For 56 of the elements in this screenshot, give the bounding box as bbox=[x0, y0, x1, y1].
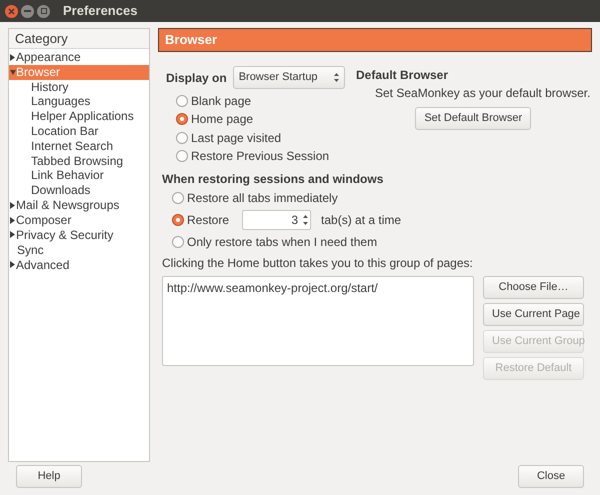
spinner-suffix: tab(s) at a time bbox=[321, 212, 402, 229]
window-title: Preferences bbox=[63, 2, 138, 20]
radio-button[interactable] bbox=[172, 236, 184, 248]
collapsed-triangle-icon[interactable] bbox=[10, 231, 16, 238]
collapsed-triangle-icon[interactable] bbox=[10, 261, 16, 268]
tree-item[interactable]: Downloads bbox=[9, 183, 149, 198]
radio-label: Restore bbox=[187, 212, 230, 229]
column-header: Category bbox=[9, 29, 149, 49]
radio-label: Blank page bbox=[191, 93, 252, 110]
tree-item[interactable]: Appearance bbox=[9, 50, 149, 65]
tree-item[interactable]: Composer bbox=[9, 212, 149, 228]
tree-item[interactable]: Sync bbox=[9, 242, 149, 258]
tab-count-spinner[interactable]: 3 bbox=[242, 210, 312, 230]
maximize-icon[interactable] bbox=[37, 4, 50, 18]
radio-button[interactable] bbox=[176, 132, 188, 144]
radio-button[interactable] bbox=[176, 113, 188, 126]
dialog-button[interactable]: Close bbox=[518, 465, 584, 488]
radio-button[interactable] bbox=[176, 95, 188, 108]
tree-item[interactable]: Link Behavior bbox=[9, 168, 149, 184]
spin-arrows-icon bbox=[334, 73, 339, 82]
tree-item[interactable]: Advanced bbox=[9, 257, 149, 272]
collapsed-triangle-icon[interactable] bbox=[10, 202, 16, 209]
home-pages-field[interactable]: http://www.seamonkey-project.org/start/ bbox=[162, 276, 474, 366]
close-icon[interactable] bbox=[5, 4, 18, 18]
radio-label: Last page visited bbox=[191, 130, 282, 147]
radio-label: Restore Previous Session bbox=[191, 148, 330, 166]
tree-item[interactable]: Languages bbox=[9, 94, 149, 110]
radio-button[interactable] bbox=[172, 192, 184, 204]
collapsed-triangle-icon[interactable] bbox=[10, 216, 16, 224]
section-heading: Default Browser bbox=[356, 67, 450, 84]
tree-item[interactable]: Location Bar bbox=[9, 124, 149, 139]
display-on-dropdown[interactable]: Browser Startup bbox=[232, 66, 345, 89]
tree-item[interactable]: Helper Applications bbox=[9, 109, 149, 124]
radio-button[interactable] bbox=[176, 150, 188, 162]
section-heading: When restoring sessions and windows bbox=[161, 171, 384, 188]
description-text: Set SeaMonkey as your default browser. bbox=[374, 85, 590, 102]
tree-item[interactable]: Tabbed Browsing bbox=[9, 154, 149, 168]
expanded-triangle-icon[interactable] bbox=[10, 68, 16, 76]
home-page-button[interactable]: Choose File… bbox=[483, 276, 584, 300]
minimize-icon[interactable] bbox=[21, 4, 34, 18]
panel-title: Browser bbox=[158, 28, 592, 52]
home-pages-label: Clicking the Home button takes you to this group of pages: bbox=[161, 255, 474, 272]
radio-label: Only restore tabs when I need them bbox=[187, 234, 378, 251]
radio-label: Home page bbox=[191, 111, 254, 128]
spin-arrows-icon[interactable] bbox=[303, 214, 308, 226]
collapsed-triangle-icon[interactable] bbox=[10, 54, 16, 61]
dialog-button[interactable]: Help bbox=[16, 465, 82, 488]
home-page-button[interactable]: Use Current Page bbox=[483, 303, 584, 326]
set-default-browser-button[interactable]: Set Default Browser bbox=[415, 107, 532, 130]
radio-button[interactable] bbox=[172, 214, 184, 226]
tree-item[interactable]: History bbox=[9, 80, 149, 94]
radio-label: Restore all tabs immediately bbox=[187, 190, 338, 207]
tree-item[interactable]: Mail & Newsgroups bbox=[9, 198, 149, 213]
tree-item[interactable]: Internet Search bbox=[9, 138, 149, 154]
tree-item[interactable]: Privacy & Security bbox=[9, 228, 149, 242]
display-on-label: Display on bbox=[166, 70, 227, 86]
